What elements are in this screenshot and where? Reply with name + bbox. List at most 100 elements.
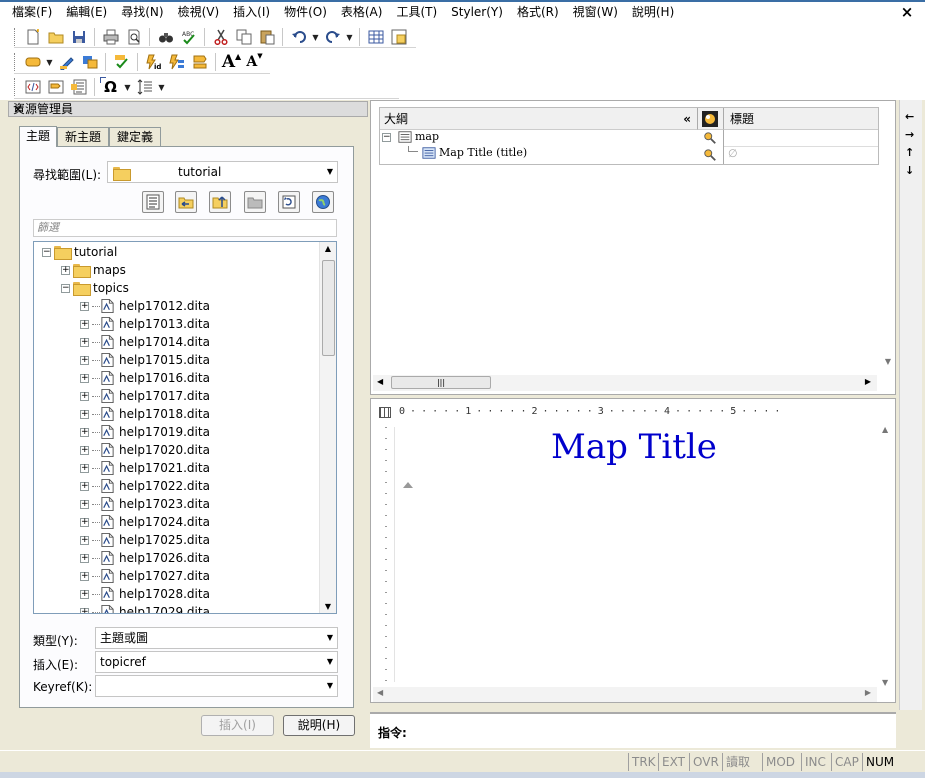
- navigate-left-icon[interactable]: ←: [905, 111, 914, 123]
- resource-manager-titlebar[interactable]: 資源管理員 ×: [8, 101, 368, 117]
- menu-window[interactable]: 視窗(W): [566, 2, 625, 23]
- menu-styler[interactable]: Styler(Y): [444, 2, 510, 23]
- collapse-column-icon[interactable]: «: [683, 108, 691, 130]
- tree-node-file[interactable]: + help17015.dita: [80, 351, 210, 369]
- line-spacing-dropdown-icon[interactable]: ▼: [157, 83, 166, 92]
- scroll-down-icon[interactable]: ▼: [885, 357, 891, 366]
- tree-node-file[interactable]: + help17022.dita: [80, 477, 210, 495]
- tree-node-file[interactable]: + help17025.dita: [80, 531, 210, 549]
- new-icon[interactable]: [22, 27, 43, 48]
- help-button[interactable]: 說明(H): [283, 715, 355, 736]
- file-tree[interactable]: − tutorial + maps − topics + help17012.di…: [33, 241, 337, 614]
- navigate-right-icon[interactable]: →: [905, 129, 914, 141]
- filter-input[interactable]: 篩選: [33, 219, 337, 237]
- up-folder-button[interactable]: [209, 191, 231, 213]
- tree-node-file[interactable]: + help17027.dita: [80, 567, 210, 585]
- collapse-icon[interactable]: −: [61, 283, 70, 293]
- paste-icon[interactable]: [256, 27, 277, 48]
- validate-icon[interactable]: [111, 52, 132, 73]
- expand-icon[interactable]: +: [80, 463, 89, 473]
- title-cell-map[interactable]: [724, 130, 878, 147]
- expand-icon[interactable]: +: [61, 265, 70, 275]
- tree-node-file[interactable]: + help17028.dita: [80, 585, 210, 603]
- expand-icon[interactable]: +: [80, 499, 89, 509]
- toolbar-grip[interactable]: [14, 28, 17, 46]
- menu-object[interactable]: 物件(O): [277, 2, 334, 23]
- back-folder-button[interactable]: [175, 191, 197, 213]
- outline-view-icon[interactable]: [68, 77, 89, 98]
- toolbar-grip[interactable]: [14, 78, 17, 96]
- edit-tag-icon[interactable]: [166, 52, 187, 73]
- tab-new-topic[interactable]: 新主題: [57, 127, 109, 147]
- outline-row-map[interactable]: − map: [382, 130, 439, 144]
- menu-help[interactable]: 說明(H): [625, 2, 681, 23]
- expand-icon[interactable]: +: [80, 553, 89, 563]
- scroll-left-icon[interactable]: ◀: [377, 377, 383, 386]
- scroll-up-icon[interactable]: ▲: [882, 425, 888, 434]
- open-icon[interactable]: [45, 27, 66, 48]
- expand-icon[interactable]: +: [80, 589, 89, 599]
- tree-node-file[interactable]: + help17012.dita: [80, 297, 210, 315]
- insert-element-dropdown-icon[interactable]: ▼: [45, 58, 54, 67]
- menu-view[interactable]: 檢視(V): [171, 2, 227, 23]
- special-char-dropdown-icon[interactable]: ▼: [123, 83, 132, 92]
- expand-icon[interactable]: +: [80, 319, 89, 329]
- navigate-down-icon[interactable]: ↓: [905, 165, 914, 177]
- cut-icon[interactable]: [210, 27, 231, 48]
- scroll-thumb[interactable]: |||: [391, 376, 491, 389]
- menu-table[interactable]: 表格(A): [334, 2, 390, 23]
- tree-node-file[interactable]: + help17014.dita: [80, 333, 210, 351]
- find-scope-select[interactable]: tutorial ▼: [107, 161, 338, 183]
- close-document-icon[interactable]: ×: [899, 4, 915, 20]
- expand-icon[interactable]: +: [80, 337, 89, 347]
- save-icon[interactable]: [68, 27, 89, 48]
- tab-topic[interactable]: 主題: [19, 126, 57, 147]
- increase-font-icon[interactable]: A ▲: [221, 52, 242, 73]
- print-preview-icon[interactable]: [123, 27, 144, 48]
- tree-node-file[interactable]: + help17019.dita: [80, 423, 210, 441]
- undo-icon[interactable]: [288, 27, 309, 48]
- outline-column-header[interactable]: 大綱 «: [380, 108, 698, 130]
- table-icon[interactable]: [365, 27, 386, 48]
- ruler-table-icon[interactable]: [379, 407, 391, 418]
- magnify-add-icon[interactable]: [703, 131, 717, 145]
- scroll-left-icon[interactable]: ◀: [377, 688, 383, 697]
- styler-icon[interactable]: [189, 52, 210, 73]
- edit-attribute-icon[interactable]: [56, 52, 77, 73]
- title-column-header[interactable]: 標題: [724, 108, 878, 130]
- editor-horizontal-scrollbar[interactable]: ◀ ▶: [373, 687, 877, 702]
- expand-icon[interactable]: +: [80, 481, 89, 491]
- tab-key-definition[interactable]: 鍵定義: [109, 127, 161, 147]
- tree-node-file[interactable]: + help17021.dita: [80, 459, 210, 477]
- expand-icon[interactable]: +: [80, 373, 89, 383]
- decrease-font-icon[interactable]: A ▼: [244, 52, 265, 73]
- tree-node-file[interactable]: + help17018.dita: [80, 405, 210, 423]
- expand-icon[interactable]: +: [80, 409, 89, 419]
- magnify-icon[interactable]: [703, 148, 717, 162]
- print-icon[interactable]: [100, 27, 121, 48]
- menu-tools[interactable]: 工具(T): [389, 2, 444, 23]
- undo-dropdown-icon[interactable]: ▼: [311, 33, 320, 42]
- editor-vertical-scrollbar[interactable]: ▲ ▼: [878, 425, 895, 687]
- scroll-down-icon[interactable]: ▼: [320, 602, 336, 611]
- expand-icon[interactable]: +: [80, 571, 89, 581]
- menu-format[interactable]: 格式(R): [510, 2, 566, 23]
- toolbar-grip[interactable]: [14, 53, 17, 71]
- expand-icon[interactable]: +: [80, 301, 89, 311]
- scroll-up-icon[interactable]: ▲: [320, 244, 336, 253]
- menu-insert[interactable]: 插入(I): [226, 2, 277, 23]
- insert-select[interactable]: topicref ▼: [95, 651, 338, 673]
- expand-icon[interactable]: +: [80, 427, 89, 437]
- menu-find[interactable]: 尋找(N): [114, 2, 170, 23]
- expand-icon[interactable]: +: [80, 391, 89, 401]
- keyref-select[interactable]: ▼: [95, 675, 338, 697]
- copy-icon[interactable]: [233, 27, 254, 48]
- list-view-button[interactable]: [142, 191, 164, 213]
- tree-node-file[interactable]: + help17017.dita: [80, 387, 210, 405]
- outline-row-map-title[interactable]: Map Title (title): [408, 146, 527, 160]
- tree-node-folder[interactable]: + maps: [61, 261, 126, 279]
- id-icon[interactable]: id: [143, 52, 164, 73]
- type-select[interactable]: 主題或圖 ▼: [95, 627, 338, 649]
- scroll-down-icon[interactable]: ▼: [882, 678, 888, 687]
- menu-file[interactable]: 檔案(F): [0, 2, 59, 23]
